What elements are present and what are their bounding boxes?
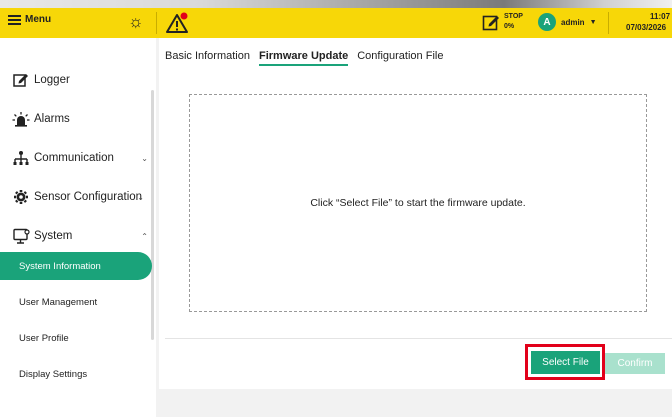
sidebar-subitem-label: User Profile <box>19 332 69 344</box>
clock-time: 11:07 <box>650 12 671 21</box>
tab-bar: Basic Information Firmware Update Config… <box>165 50 443 66</box>
footer-divider <box>165 338 672 339</box>
top-strip-background <box>0 0 672 8</box>
sidebar-subitem-system-information[interactable]: System Information <box>0 252 152 280</box>
sidebar-item-communication[interactable]: Communication ⌄ <box>0 143 152 173</box>
brightness-icon[interactable]: ☼ <box>128 12 144 32</box>
monitor-icon <box>12 227 30 245</box>
confirm-button[interactable]: Confirm <box>605 353 665 374</box>
main-panel: Basic Information Firmware Update Config… <box>159 38 672 389</box>
chevron-down-icon: ⌄ <box>141 153 148 163</box>
sidebar-item-label: Logger <box>34 74 70 86</box>
sidebar-item-label: Communication <box>34 152 114 164</box>
sidebar-subitem-label: User Management <box>19 296 98 308</box>
hamburger-icon <box>8 14 21 25</box>
header-divider <box>156 12 157 34</box>
logger-status[interactable]: STOP 0% <box>482 12 528 34</box>
menu-label: Menu <box>25 14 52 25</box>
tab-firmware-update[interactable]: Firmware Update <box>258 50 349 66</box>
sidebar-subitem-label: Display Settings <box>19 368 88 380</box>
sidebar-item-sensor-configuration[interactable]: Sensor Configuration ⌄ <box>0 182 152 212</box>
network-icon <box>12 149 30 167</box>
sidebar-item-label: Sensor Configuration <box>34 191 143 203</box>
sidebar-item-logger[interactable]: Logger <box>0 65 152 95</box>
status-value: 0% <box>504 23 515 30</box>
status-title: STOP <box>504 13 523 20</box>
header-bar: Menu ☼ STOP 0% A admin ▼ 11:07 07/03/202… <box>0 8 672 38</box>
drop-zone-text: Click “Select File” to start the firmwar… <box>310 197 526 209</box>
tab-basic-information[interactable]: Basic Information <box>165 50 250 66</box>
chevron-down-icon: ▼ <box>589 18 597 26</box>
edit-status-icon <box>482 15 499 31</box>
select-file-button[interactable]: Select File <box>531 351 600 374</box>
clock: 11:07 07/03/2026 <box>626 11 670 33</box>
sidebar-subitem-label: System Information <box>19 260 101 272</box>
sidebar-item-system[interactable]: System ⌃ <box>0 221 152 251</box>
sidebar-subitem-user-profile[interactable]: User Profile <box>0 324 152 352</box>
top-strip <box>0 0 672 8</box>
chevron-down-icon: ⌄ <box>137 192 144 202</box>
chevron-up-icon: ⌃ <box>141 231 148 241</box>
clock-date: 07/03/2026 <box>626 23 667 32</box>
warning-icon[interactable] <box>165 12 189 34</box>
gear-icon <box>12 188 30 206</box>
logger-icon <box>12 71 30 89</box>
user-menu[interactable]: A admin ▼ <box>538 13 597 31</box>
sidebar-item-label: System <box>34 230 73 242</box>
sidebar-item-alarms[interactable]: Alarms <box>0 104 152 134</box>
avatar: A <box>538 13 556 31</box>
header-divider-right <box>608 12 609 34</box>
sidebar: Logger Alarms Communication ⌄ Sensor Con… <box>0 38 156 417</box>
sidebar-item-label: Alarms <box>34 113 70 125</box>
sidebar-subitem-display-settings[interactable]: Display Settings <box>0 360 152 388</box>
file-drop-zone[interactable]: Click “Select File” to start the firmwar… <box>189 94 647 312</box>
tab-configuration-file[interactable]: Configuration File <box>357 50 443 66</box>
alarm-icon <box>12 110 30 128</box>
menu-button[interactable]: Menu <box>8 14 51 25</box>
sidebar-subitem-user-management[interactable]: User Management <box>0 288 152 316</box>
user-name: admin <box>561 17 585 27</box>
